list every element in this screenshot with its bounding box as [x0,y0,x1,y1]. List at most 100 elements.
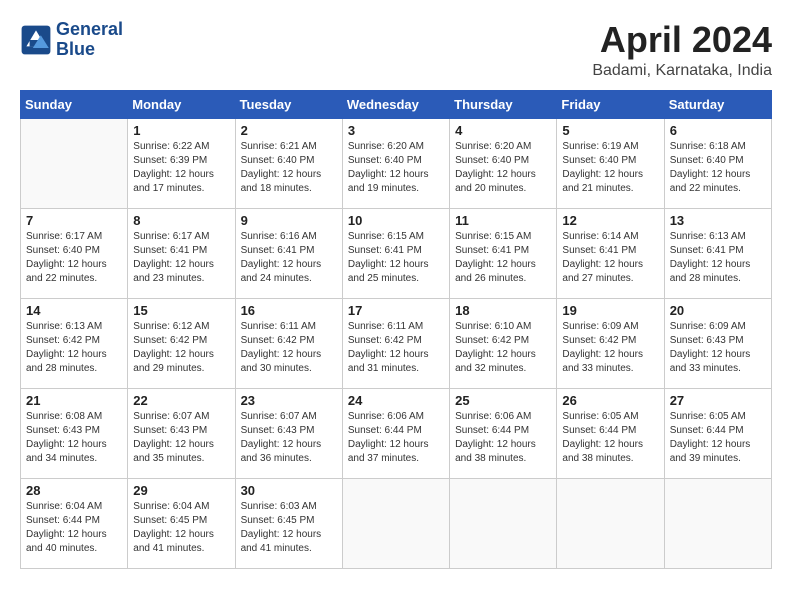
day-info: Sunrise: 6:14 AM Sunset: 6:41 PM Dayligh… [562,230,658,286]
calendar-cell: 26 Sunrise: 6:05 AM Sunset: 6:44 PM Dayli… [557,388,664,478]
day-number: 7 [26,213,122,228]
day-number: 17 [348,303,444,318]
week-row-2: 7Sunrise: 6:17 AM Sunset: 6:40 PM Daylig… [21,208,772,298]
calendar-cell: 11 Sunrise: 6:15 AM Sunset: 6:41 PM Dayli… [450,208,557,298]
day-number: 8 [133,213,229,228]
day-info: Sunrise: 6:19 AM Sunset: 6:40 PM Dayligh… [562,140,658,196]
day-info: Sunrise: 6:17 AM Sunset: 6:41 PM Dayligh… [133,230,229,286]
week-row-1: 1 Sunrise: 6:22 AM Sunset: 6:39 PM Daylig… [21,118,772,208]
calendar-cell: 25 Sunrise: 6:06 AM Sunset: 6:44 PM Dayli… [450,388,557,478]
calendar-cell: 23 Sunrise: 6:07 AM Sunset: 6:43 PM Dayli… [235,388,342,478]
location-title: Badami, Karnataka, India [592,62,772,80]
general-blue-icon [20,24,52,56]
calendar-cell: 15 Sunrise: 6:12 AM Sunset: 6:42 PM Dayli… [128,298,235,388]
day-number: 25 [455,393,551,408]
weekday-header-thursday: Thursday [450,90,557,118]
day-number: 3 [348,123,444,138]
weekday-header-saturday: Saturday [664,90,771,118]
day-number: 26 [562,393,658,408]
weekday-header-monday: Monday [128,90,235,118]
day-number: 12 [562,213,658,228]
logo: General Blue [20,20,123,60]
weekday-header-tuesday: Tuesday [235,90,342,118]
day-info: Sunrise: 6:16 AM Sunset: 6:41 PM Dayligh… [241,230,337,286]
calendar-cell [342,478,449,568]
calendar-cell: 14 Sunrise: 6:13 AM Sunset: 6:42 PM Dayli… [21,298,128,388]
day-info: Sunrise: 6:11 AM Sunset: 6:42 PM Dayligh… [241,320,337,376]
day-info: Sunrise: 6:11 AM Sunset: 6:42 PM Dayligh… [348,320,444,376]
day-info: Sunrise: 6:06 AM Sunset: 6:44 PM Dayligh… [348,410,444,466]
day-number: 4 [455,123,551,138]
calendar-cell: 12 Sunrise: 6:14 AM Sunset: 6:41 PM Dayli… [557,208,664,298]
logo-line1: General [56,20,123,40]
calendar-cell: 21 Sunrise: 6:08 AM Sunset: 6:43 PM Dayli… [21,388,128,478]
day-info: Sunrise: 6:08 AM Sunset: 6:43 PM Dayligh… [26,410,122,466]
day-number: 18 [455,303,551,318]
day-info: Sunrise: 6:22 AM Sunset: 6:39 PM Dayligh… [133,140,229,196]
weekday-header-row: SundayMondayTuesdayWednesdayThursdayFrid… [21,90,772,118]
day-number: 19 [562,303,658,318]
calendar-cell: 3 Sunrise: 6:20 AM Sunset: 6:40 PM Daylig… [342,118,449,208]
day-info: Sunrise: 6:15 AM Sunset: 6:41 PM Dayligh… [348,230,444,286]
calendar-cell [21,118,128,208]
calendar-cell [557,478,664,568]
week-row-4: 21 Sunrise: 6:08 AM Sunset: 6:43 PM Dayli… [21,388,772,478]
day-info: Sunrise: 6:06 AM Sunset: 6:44 PM Dayligh… [455,410,551,466]
day-info: Sunrise: 6:20 AM Sunset: 6:40 PM Dayligh… [348,140,444,196]
day-number: 13 [670,213,766,228]
day-number: 16 [241,303,337,318]
week-row-5: 28Sunrise: 6:04 AM Sunset: 6:44 PM Dayli… [21,478,772,568]
calendar-cell [664,478,771,568]
day-number: 14 [26,303,122,318]
day-info: Sunrise: 6:07 AM Sunset: 6:43 PM Dayligh… [133,410,229,466]
calendar-cell: 27Sunrise: 6:05 AM Sunset: 6:44 PM Dayli… [664,388,771,478]
day-number: 9 [241,213,337,228]
calendar-cell: 7Sunrise: 6:17 AM Sunset: 6:40 PM Daylig… [21,208,128,298]
week-row-3: 14 Sunrise: 6:13 AM Sunset: 6:42 PM Dayli… [21,298,772,388]
day-info: Sunrise: 6:10 AM Sunset: 6:42 PM Dayligh… [455,320,551,376]
day-info: Sunrise: 6:12 AM Sunset: 6:42 PM Dayligh… [133,320,229,376]
calendar-cell: 13Sunrise: 6:13 AM Sunset: 6:41 PM Dayli… [664,208,771,298]
day-number: 5 [562,123,658,138]
day-number: 15 [133,303,229,318]
day-number: 11 [455,213,551,228]
calendar-cell: 18 Sunrise: 6:10 AM Sunset: 6:42 PM Dayli… [450,298,557,388]
calendar-cell: 20Sunrise: 6:09 AM Sunset: 6:43 PM Dayli… [664,298,771,388]
day-number: 22 [133,393,229,408]
day-number: 1 [133,123,229,138]
day-info: Sunrise: 6:05 AM Sunset: 6:44 PM Dayligh… [670,410,766,466]
weekday-header-friday: Friday [557,90,664,118]
day-number: 21 [26,393,122,408]
calendar-cell: 17 Sunrise: 6:11 AM Sunset: 6:42 PM Dayli… [342,298,449,388]
day-number: 20 [670,303,766,318]
calendar-cell: 9 Sunrise: 6:16 AM Sunset: 6:41 PM Daylig… [235,208,342,298]
weekday-header-sunday: Sunday [21,90,128,118]
logo-line2: Blue [56,40,123,60]
day-info: Sunrise: 6:04 AM Sunset: 6:45 PM Dayligh… [133,500,229,556]
calendar-cell: 6Sunrise: 6:18 AM Sunset: 6:40 PM Daylig… [664,118,771,208]
calendar-cell: 24 Sunrise: 6:06 AM Sunset: 6:44 PM Dayli… [342,388,449,478]
calendar-cell: 30Sunrise: 6:03 AM Sunset: 6:45 PM Dayli… [235,478,342,568]
day-info: Sunrise: 6:18 AM Sunset: 6:40 PM Dayligh… [670,140,766,196]
day-info: Sunrise: 6:07 AM Sunset: 6:43 PM Dayligh… [241,410,337,466]
calendar-cell: 8 Sunrise: 6:17 AM Sunset: 6:41 PM Daylig… [128,208,235,298]
calendar-cell: 5 Sunrise: 6:19 AM Sunset: 6:40 PM Daylig… [557,118,664,208]
day-info: Sunrise: 6:09 AM Sunset: 6:42 PM Dayligh… [562,320,658,376]
day-number: 29 [133,483,229,498]
calendar-cell: 28Sunrise: 6:04 AM Sunset: 6:44 PM Dayli… [21,478,128,568]
day-info: Sunrise: 6:15 AM Sunset: 6:41 PM Dayligh… [455,230,551,286]
day-number: 23 [241,393,337,408]
calendar-table: SundayMondayTuesdayWednesdayThursdayFrid… [20,90,772,569]
day-number: 28 [26,483,122,498]
calendar-cell: 10Sunrise: 6:15 AM Sunset: 6:41 PM Dayli… [342,208,449,298]
day-info: Sunrise: 6:20 AM Sunset: 6:40 PM Dayligh… [455,140,551,196]
calendar-cell: 2Sunrise: 6:21 AM Sunset: 6:40 PM Daylig… [235,118,342,208]
day-info: Sunrise: 6:13 AM Sunset: 6:42 PM Dayligh… [26,320,122,376]
calendar-cell: 22 Sunrise: 6:07 AM Sunset: 6:43 PM Dayli… [128,388,235,478]
day-info: Sunrise: 6:21 AM Sunset: 6:40 PM Dayligh… [241,140,337,196]
page-header: General Blue April 2024 Badami, Karnatak… [20,20,772,80]
day-info: Sunrise: 6:05 AM Sunset: 6:44 PM Dayligh… [562,410,658,466]
day-number: 24 [348,393,444,408]
calendar-cell: 4 Sunrise: 6:20 AM Sunset: 6:40 PM Daylig… [450,118,557,208]
weekday-header-wednesday: Wednesday [342,90,449,118]
